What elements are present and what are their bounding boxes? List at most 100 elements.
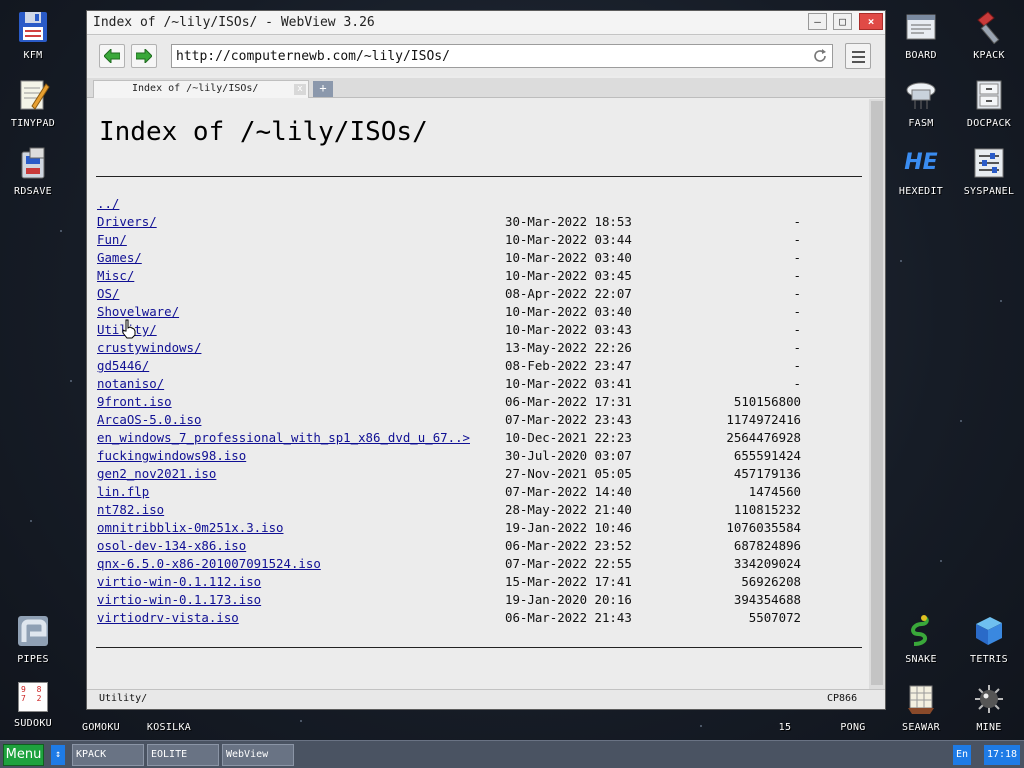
listing-row: crustywindows/13-May-2022 22:26 -: [97, 339, 857, 357]
task-button-webview[interactable]: WebView: [222, 744, 294, 766]
entry-link[interactable]: 9front.iso: [97, 393, 172, 411]
entry-size: -: [793, 376, 801, 391]
maximize-button[interactable]: □: [833, 13, 852, 30]
desktop-icon-mine[interactable]: MINE: [956, 682, 1022, 733]
entry-size: 334209024: [733, 556, 801, 571]
entry-size: -: [793, 286, 801, 301]
tab-strip: Index of /~lily/ISOs/ x +: [87, 78, 885, 98]
desktop-icon-pipes[interactable]: PIPES: [0, 614, 66, 665]
desktop-icon-fasm[interactable]: FASM: [888, 78, 954, 129]
entry-link[interactable]: virtio-win-0.1.173.iso: [97, 591, 261, 609]
entry-date: 07-Mar-2022 22:55: [505, 556, 632, 571]
entry-link[interactable]: gd5446/: [97, 357, 149, 375]
entry-size: 655591424: [733, 448, 801, 463]
entry-link[interactable]: Drivers/: [97, 213, 157, 231]
back-button[interactable]: [99, 44, 125, 68]
entry-link[interactable]: notaniso/: [97, 375, 164, 393]
desktop-icon-label: KOSILKA: [146, 722, 192, 733]
desktop-icon-label: GOMOKU: [82, 722, 120, 733]
entry-size: 1474560: [748, 484, 801, 499]
save-device-icon: [16, 146, 50, 180]
desktop-icon-label: FASM: [908, 118, 934, 129]
swap-arrows-icon[interactable]: ↕: [51, 745, 65, 765]
cabinet-icon: [972, 78, 1006, 112]
board-icon: [904, 10, 938, 44]
language-indicator[interactable]: En: [953, 745, 971, 765]
vertical-scrollbar[interactable]: [869, 99, 885, 689]
entry-link[interactable]: ../: [97, 195, 119, 213]
browser-menu-button[interactable]: [845, 43, 871, 69]
listing-row: 9front.iso 06-Mar-2022 17:31 510156800: [97, 393, 857, 411]
listing-row: virtio-win-0.1.112.iso 15-Mar-2022 17:41 5…: [97, 573, 857, 591]
task-button-kpack[interactable]: KPACK: [72, 744, 144, 766]
address-bar[interactable]: [171, 44, 833, 68]
entry-size: -: [793, 358, 801, 373]
scrollbar-thumb[interactable]: [871, 101, 883, 685]
entry-link[interactable]: Shovelware/: [97, 303, 179, 321]
listing-row: nt782.iso 28-May-2022 21:40 110815232: [97, 501, 857, 519]
entry-link[interactable]: qnx-6.5.0-x86-201007091524.iso: [97, 555, 321, 573]
desktop-icon-syspanel[interactable]: SYSPANEL: [956, 146, 1022, 197]
desktop-icon-board[interactable]: BOARD: [888, 10, 954, 61]
listing-row: notaniso/10-Mar-2022 03:41 -: [97, 375, 857, 393]
listing-row: gd5446/08-Feb-2022 23:47 -: [97, 357, 857, 375]
menu-button[interactable]: Menu: [3, 744, 44, 766]
entry-link[interactable]: virtio-win-0.1.112.iso: [97, 573, 261, 591]
reload-icon[interactable]: [812, 48, 828, 64]
window-titlebar[interactable]: Index of /~lily/ISOs/ - WebView 3.26 — □…: [87, 11, 885, 35]
ship-icon: [904, 682, 938, 716]
tab-active[interactable]: Index of /~lily/ISOs/ x: [93, 80, 309, 98]
entry-link[interactable]: Fun/: [97, 231, 127, 249]
url-input[interactable]: [172, 45, 792, 68]
desktop-icon-kpack[interactable]: KPACK: [956, 10, 1022, 61]
clock[interactable]: 17:18: [984, 745, 1020, 765]
entry-link[interactable]: Misc/: [97, 267, 134, 285]
entry-link[interactable]: OS/: [97, 285, 119, 303]
desktop-icon-rdsave[interactable]: RDSAVE: [0, 146, 66, 197]
entry-size: -: [793, 268, 801, 283]
desktop-icon-tetris[interactable]: TETRIS: [956, 614, 1022, 665]
close-icon: ×: [867, 15, 875, 28]
close-button[interactable]: ×: [859, 13, 883, 30]
entry-link[interactable]: gen2_nov2021.iso: [97, 465, 216, 483]
desktop-icon-snake[interactable]: SNAKE: [888, 614, 954, 665]
entry-date: 07-Mar-2022 14:40: [505, 484, 632, 499]
desktop-icon-hexedit[interactable]: HE HEXEDIT: [888, 146, 954, 197]
minimize-button[interactable]: —: [808, 13, 827, 30]
entry-link[interactable]: en_windows_7_professional_with_sp1_x86_d…: [97, 429, 470, 447]
sliders-icon: [972, 146, 1006, 180]
entry-size: 510156800: [733, 394, 801, 409]
tab-close-icon[interactable]: x: [294, 84, 306, 95]
entry-date: 06-Mar-2022 21:43: [505, 610, 632, 625]
listing-row: omnitribblix-0m251x.3.iso 19-Jan-2022 10:…: [97, 519, 857, 537]
entry-size: 110815232: [733, 502, 801, 517]
encoding-indicator[interactable]: CP866: [827, 693, 857, 704]
entry-link[interactable]: osol-dev-134-x86.iso: [97, 537, 246, 555]
listing-row: Drivers/30-Mar-2022 18:53 -: [97, 213, 857, 231]
desktop-icon-label: TETRIS: [970, 654, 1008, 665]
desktop-icon-sudoku[interactable]: 9 8 7 2 SUDOKU: [0, 682, 66, 729]
new-tab-button[interactable]: +: [313, 81, 333, 97]
listing-row: qnx-6.5.0-x86-201007091524.iso 07-Mar-202…: [97, 555, 857, 573]
desktop-icon-docpack[interactable]: DOCPACK: [956, 78, 1022, 129]
forward-button[interactable]: [131, 44, 157, 68]
entry-link[interactable]: nt782.iso: [97, 501, 164, 519]
entry-date: 06-Mar-2022 23:52: [505, 538, 632, 553]
entry-link[interactable]: fuckingwindows98.iso: [97, 447, 246, 465]
task-button-eolite[interactable]: EOLITE: [147, 744, 219, 766]
pipes-icon: [16, 614, 50, 648]
minimize-icon: —: [814, 15, 821, 28]
entry-link[interactable]: ArcaOS-5.0.iso: [97, 411, 201, 429]
entry-link[interactable]: virtiodrv-vista.iso: [97, 609, 239, 627]
desktop-icon-kfm[interactable]: KFM: [0, 10, 66, 61]
desktop-icon-seawar[interactable]: SEAWAR: [888, 682, 954, 733]
entry-link[interactable]: omnitribblix-0m251x.3.iso: [97, 519, 284, 537]
entry-link[interactable]: lin.flp: [97, 483, 149, 501]
entry-size: 394354688: [733, 592, 801, 607]
entry-link[interactable]: Games/: [97, 249, 142, 267]
entry-link[interactable]: crustywindows/: [97, 339, 201, 357]
listing-row: ../: [97, 195, 857, 213]
desktop-icon-tinypad[interactable]: TINYPAD: [0, 78, 66, 129]
desktop-icon-label: KFM: [23, 50, 43, 61]
taskbar: Menu ↕ KPACK EOLITE WebView En 17:18: [0, 740, 1024, 768]
